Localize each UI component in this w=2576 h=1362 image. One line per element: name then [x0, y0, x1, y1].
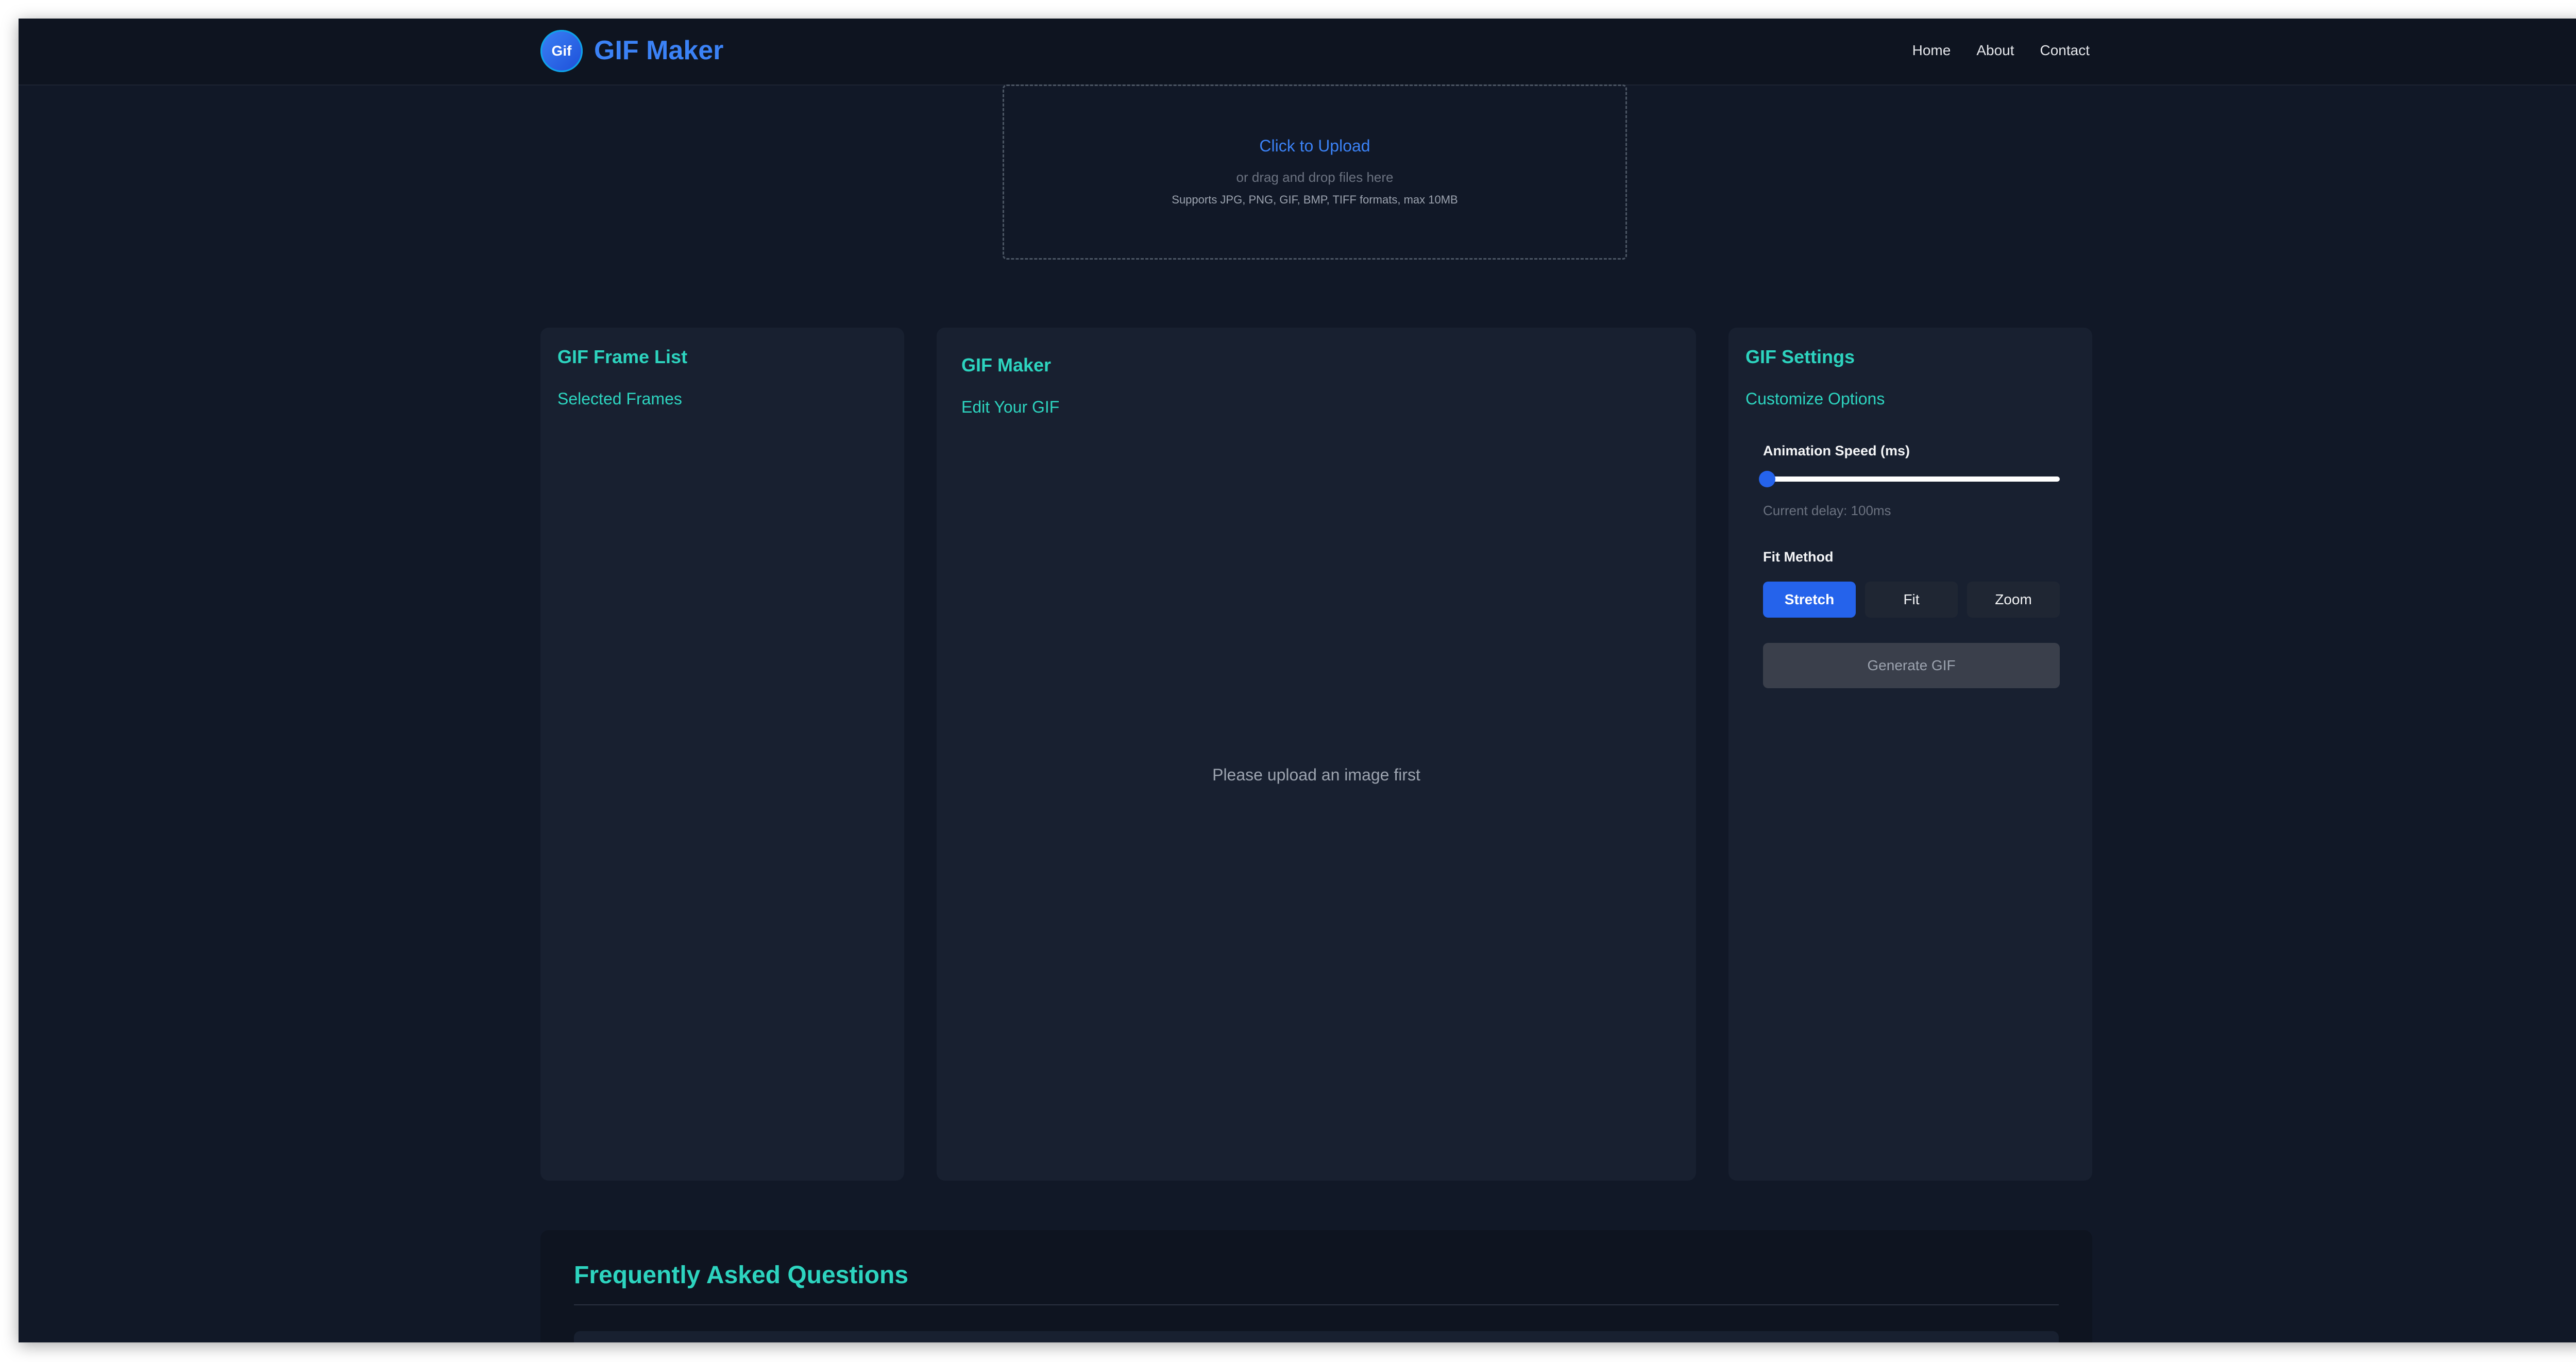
faq-section: Frequently Asked Questions	[540, 1230, 2092, 1342]
app-window: Gif GIF Maker Home About Contact Click t…	[19, 19, 2576, 1342]
frame-list-panel: GIF Frame List Selected Frames	[540, 328, 904, 1181]
speed-slider-thumb[interactable]	[1759, 471, 1775, 487]
fit-fit-button[interactable]: Fit	[1865, 582, 1958, 618]
faq-item[interactable]	[574, 1331, 2059, 1342]
fit-method-label: Fit Method	[1763, 549, 1834, 565]
faq-title: Frequently Asked Questions	[574, 1262, 909, 1289]
generate-gif-button[interactable]: Generate GIF	[1763, 643, 2060, 688]
frame-list-subtitle: Selected Frames	[557, 389, 682, 408]
brand-name[interactable]: GIF Maker	[594, 34, 723, 67]
fit-zoom-button[interactable]: Zoom	[1967, 582, 2060, 618]
gif-settings-panel: GIF Settings Customize Options Animation…	[1728, 328, 2092, 1181]
editor-title: GIF Maker	[961, 354, 1052, 376]
speed-slider[interactable]	[1759, 471, 2060, 487]
frame-list-title: GIF Frame List	[557, 346, 688, 367]
gif-editor-panel: GIF Maker Edit Your GIF Please upload an…	[937, 328, 1696, 1181]
upload-link[interactable]: Click to Upload	[1004, 137, 1625, 156]
editor-subtitle: Edit Your GIF	[961, 398, 1060, 416]
logo-icon[interactable]: Gif	[540, 30, 583, 72]
fit-method-group: Stretch Fit Zoom	[1763, 582, 2060, 618]
current-delay-text: Current delay: 100ms	[1763, 503, 1891, 518]
upload-hint: or drag and drop files here	[1236, 169, 1394, 185]
nav-about-link[interactable]: About	[1976, 39, 2014, 62]
empty-state-message: Please upload an image first	[1212, 765, 1420, 784]
main-nav: Home About Contact	[1912, 39, 2090, 62]
fit-stretch-button[interactable]: Stretch	[1763, 582, 1856, 618]
nav-home-link[interactable]: Home	[1912, 39, 1951, 62]
upload-formats: Supports JPG, PNG, GIF, BMP, TIFF format…	[1172, 193, 1458, 206]
faq-divider	[574, 1304, 2059, 1305]
upload-dropzone[interactable]: Click to Upload or drag and drop files h…	[1003, 84, 1627, 260]
speed-label: Animation Speed (ms)	[1763, 443, 1910, 458]
settings-subtitle: Customize Options	[1745, 389, 1885, 408]
settings-title: GIF Settings	[1745, 346, 1855, 367]
top-header: Gif GIF Maker Home About Contact	[19, 19, 2576, 86]
nav-contact-link[interactable]: Contact	[2040, 39, 2090, 62]
